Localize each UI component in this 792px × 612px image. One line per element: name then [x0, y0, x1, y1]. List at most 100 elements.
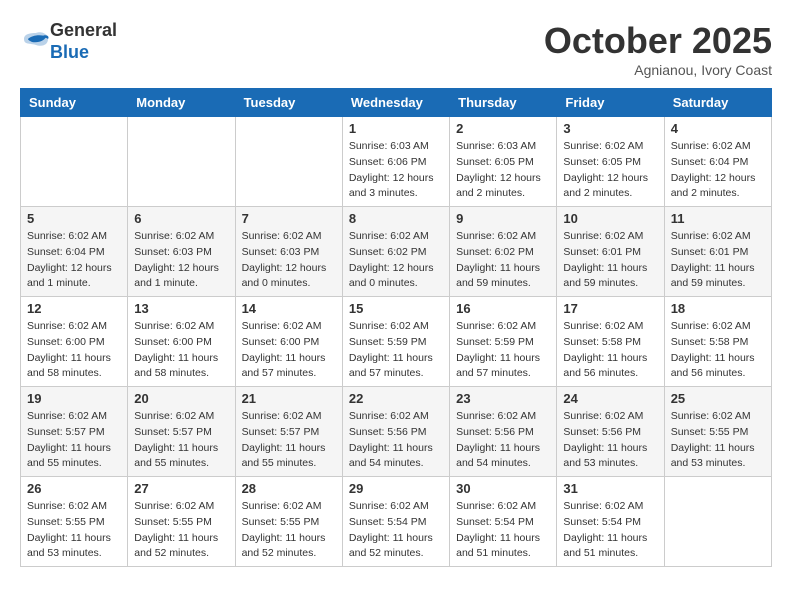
day-cell-4: 4 Sunrise: 6:02 AM Sunset: 6:04 PM Daylig… — [664, 117, 771, 207]
day-info: Sunrise: 6:02 AM Sunset: 5:54 PM Dayligh… — [456, 499, 550, 562]
day-cell-1: 1 Sunrise: 6:03 AM Sunset: 6:06 PM Daylig… — [342, 117, 449, 207]
day-number: 17 — [563, 301, 657, 316]
day-number: 20 — [134, 391, 228, 406]
day-number: 6 — [134, 211, 228, 226]
day-info: Sunrise: 6:02 AM Sunset: 5:56 PM Dayligh… — [563, 409, 657, 472]
weekday-header-monday: Monday — [128, 89, 235, 117]
page-header: General Blue October 2025 Agnianou, Ivor… — [20, 20, 772, 78]
day-number: 15 — [349, 301, 443, 316]
day-cell-22: 22 Sunrise: 6:02 AM Sunset: 5:56 PM Dayli… — [342, 387, 449, 477]
day-number: 14 — [242, 301, 336, 316]
day-cell-28: 28 Sunrise: 6:02 AM Sunset: 5:55 PM Dayli… — [235, 477, 342, 567]
day-number: 16 — [456, 301, 550, 316]
day-info: Sunrise: 6:02 AM Sunset: 5:54 PM Dayligh… — [349, 499, 443, 562]
weekday-header-friday: Friday — [557, 89, 664, 117]
day-cell-15: 15 Sunrise: 6:02 AM Sunset: 5:59 PM Dayli… — [342, 297, 449, 387]
day-cell-18: 18 Sunrise: 6:02 AM Sunset: 5:58 PM Dayli… — [664, 297, 771, 387]
day-info: Sunrise: 6:02 AM Sunset: 6:04 PM Dayligh… — [671, 139, 765, 202]
empty-cell — [664, 477, 771, 567]
day-number: 7 — [242, 211, 336, 226]
day-cell-25: 25Sunrise: 6:02 AM Sunset: 5:55 PM Dayli… — [664, 387, 771, 477]
day-info: Sunrise: 6:02 AM Sunset: 5:59 PM Dayligh… — [349, 319, 443, 382]
weekday-header-row: SundayMondayTuesdayWednesdayThursdayFrid… — [21, 89, 772, 117]
day-cell-17: 17 Sunrise: 6:02 AM Sunset: 5:58 PM Dayli… — [557, 297, 664, 387]
day-cell-7: 7 Sunrise: 6:02 AM Sunset: 6:03 PM Daylig… — [235, 207, 342, 297]
day-info: Sunrise: 6:02 AM Sunset: 5:58 PM Dayligh… — [671, 319, 765, 382]
title-block: October 2025 Agnianou, Ivory Coast — [544, 20, 772, 78]
day-cell-30: 30 Sunrise: 6:02 AM Sunset: 5:54 PM Dayli… — [450, 477, 557, 567]
day-info: Sunrise: 6:02 AM Sunset: 6:03 PM Dayligh… — [242, 229, 336, 292]
day-cell-11: 11 Sunrise: 6:02 AM Sunset: 6:01 PM Dayli… — [664, 207, 771, 297]
day-info: Sunrise: 6:02 AM Sunset: 6:01 PM Dayligh… — [671, 229, 765, 292]
week-row-3: 12 Sunrise: 6:02 AM Sunset: 6:00 PM Dayli… — [21, 297, 772, 387]
day-cell-6: 6 Sunrise: 6:02 AM Sunset: 6:03 PM Daylig… — [128, 207, 235, 297]
day-info: Sunrise: 6:02 AM Sunset: 5:55 PM Dayligh… — [134, 499, 228, 562]
day-number: 23 — [456, 391, 550, 406]
day-cell-3: 3 Sunrise: 6:02 AM Sunset: 6:05 PM Daylig… — [557, 117, 664, 207]
day-number: 12 — [27, 301, 121, 316]
day-number: 11 — [671, 211, 765, 226]
location: Agnianou, Ivory Coast — [544, 62, 772, 78]
day-info: Sunrise: 6:02 AM Sunset: 6:03 PM Dayligh… — [134, 229, 228, 292]
day-number: 29 — [349, 481, 443, 496]
day-number: 18 — [671, 301, 765, 316]
day-number: 4 — [671, 121, 765, 136]
day-info: Sunrise: 6:02 AM Sunset: 5:58 PM Dayligh… — [563, 319, 657, 382]
day-info: Sunrise: 6:02 AM Sunset: 5:56 PM Dayligh… — [456, 409, 550, 472]
day-info: Sunrise: 6:02 AM Sunset: 5:59 PM Dayligh… — [456, 319, 550, 382]
day-info: Sunrise: 6:02 AM Sunset: 6:01 PM Dayligh… — [563, 229, 657, 292]
day-cell-19: 19 Sunrise: 6:02 AM Sunset: 5:57 PM Dayli… — [21, 387, 128, 477]
day-cell-27: 27 Sunrise: 6:02 AM Sunset: 5:55 PM Dayli… — [128, 477, 235, 567]
day-cell-31: 31Sunrise: 6:02 AM Sunset: 5:54 PM Dayli… — [557, 477, 664, 567]
empty-cell — [21, 117, 128, 207]
day-number: 1 — [349, 121, 443, 136]
day-number: 28 — [242, 481, 336, 496]
day-cell-26: 26Sunrise: 6:02 AM Sunset: 5:55 PM Dayli… — [21, 477, 128, 567]
empty-cell — [128, 117, 235, 207]
day-info: Sunrise: 6:02 AM Sunset: 6:02 PM Dayligh… — [349, 229, 443, 292]
day-cell-12: 12Sunrise: 6:02 AM Sunset: 6:00 PM Dayli… — [21, 297, 128, 387]
week-row-5: 26Sunrise: 6:02 AM Sunset: 5:55 PM Dayli… — [21, 477, 772, 567]
day-number: 30 — [456, 481, 550, 496]
day-info: Sunrise: 6:02 AM Sunset: 5:57 PM Dayligh… — [134, 409, 228, 472]
day-info: Sunrise: 6:03 AM Sunset: 6:06 PM Dayligh… — [349, 139, 443, 202]
day-cell-23: 23 Sunrise: 6:02 AM Sunset: 5:56 PM Dayli… — [450, 387, 557, 477]
day-cell-13: 13 Sunrise: 6:02 AM Sunset: 6:00 PM Dayli… — [128, 297, 235, 387]
day-number: 25 — [671, 391, 765, 406]
day-info: Sunrise: 6:02 AM Sunset: 5:55 PM Dayligh… — [242, 499, 336, 562]
day-number: 27 — [134, 481, 228, 496]
weekday-header-thursday: Thursday — [450, 89, 557, 117]
day-info: Sunrise: 6:02 AM Sunset: 5:54 PM Dayligh… — [563, 499, 657, 562]
day-info: Sunrise: 6:02 AM Sunset: 6:00 PM Dayligh… — [242, 319, 336, 382]
day-info: Sunrise: 6:02 AM Sunset: 6:04 PM Dayligh… — [27, 229, 121, 292]
month-title: October 2025 — [544, 20, 772, 62]
day-number: 3 — [563, 121, 657, 136]
day-info: Sunrise: 6:02 AM Sunset: 5:55 PM Dayligh… — [27, 499, 121, 562]
day-number: 10 — [563, 211, 657, 226]
week-row-1: 1 Sunrise: 6:03 AM Sunset: 6:06 PM Daylig… — [21, 117, 772, 207]
day-number: 19 — [27, 391, 121, 406]
day-number: 5 — [27, 211, 121, 226]
day-number: 22 — [349, 391, 443, 406]
day-info: Sunrise: 6:02 AM Sunset: 5:57 PM Dayligh… — [242, 409, 336, 472]
empty-cell — [235, 117, 342, 207]
logo-icon — [22, 31, 50, 53]
day-info: Sunrise: 6:02 AM Sunset: 5:56 PM Dayligh… — [349, 409, 443, 472]
day-cell-2: 2Sunrise: 6:03 AM Sunset: 6:05 PM Daylig… — [450, 117, 557, 207]
day-cell-10: 10 Sunrise: 6:02 AM Sunset: 6:01 PM Dayli… — [557, 207, 664, 297]
day-number: 13 — [134, 301, 228, 316]
day-info: Sunrise: 6:02 AM Sunset: 6:00 PM Dayligh… — [134, 319, 228, 382]
day-info: Sunrise: 6:02 AM Sunset: 5:57 PM Dayligh… — [27, 409, 121, 472]
weekday-header-tuesday: Tuesday — [235, 89, 342, 117]
day-number: 8 — [349, 211, 443, 226]
day-cell-8: 8 Sunrise: 6:02 AM Sunset: 6:02 PM Daylig… — [342, 207, 449, 297]
day-cell-16: 16 Sunrise: 6:02 AM Sunset: 5:59 PM Dayli… — [450, 297, 557, 387]
day-cell-14: 14 Sunrise: 6:02 AM Sunset: 6:00 PM Dayli… — [235, 297, 342, 387]
week-row-4: 19 Sunrise: 6:02 AM Sunset: 5:57 PM Dayli… — [21, 387, 772, 477]
day-cell-20: 20 Sunrise: 6:02 AM Sunset: 5:57 PM Dayli… — [128, 387, 235, 477]
day-cell-5: 5 Sunrise: 6:02 AM Sunset: 6:04 PM Daylig… — [21, 207, 128, 297]
logo-text: General Blue — [50, 20, 117, 63]
day-cell-29: 29 Sunrise: 6:02 AM Sunset: 5:54 PM Dayli… — [342, 477, 449, 567]
day-cell-21: 21Sunrise: 6:02 AM Sunset: 5:57 PM Dayli… — [235, 387, 342, 477]
day-info: Sunrise: 6:02 AM Sunset: 6:05 PM Dayligh… — [563, 139, 657, 202]
